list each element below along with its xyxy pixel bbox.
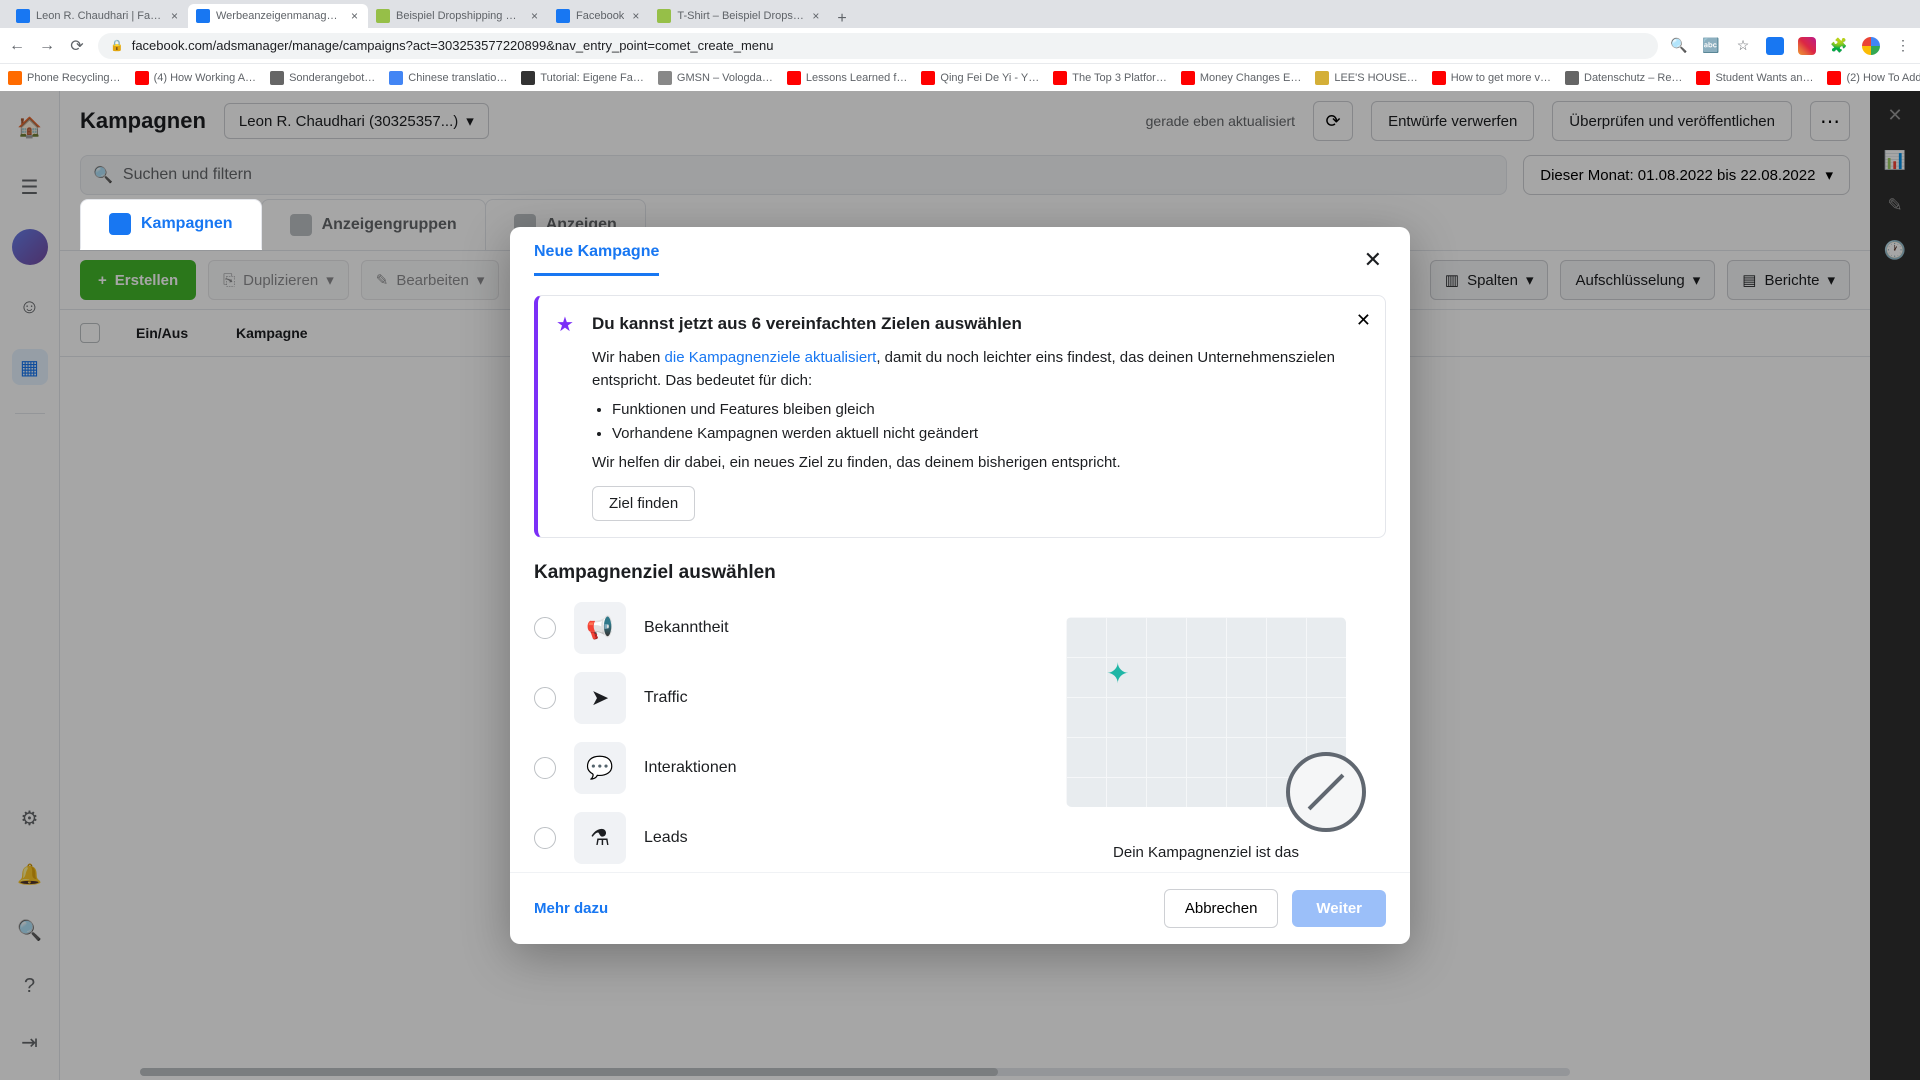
url-input[interactable]: 🔒 facebook.com/adsmanager/manage/campaign… (98, 33, 1658, 59)
close-notice-button[interactable]: ✕ (1356, 310, 1371, 331)
new-tab-button[interactable]: + (829, 10, 854, 28)
goal-description: Dein Kampagnenziel ist das (1113, 842, 1299, 863)
reload-icon[interactable]: ⟳ (68, 36, 86, 56)
section-title: Kampagnenziel auswählen (534, 562, 1386, 584)
objectives-update-link[interactable]: die Kampagnenziele aktualisiert (665, 349, 877, 366)
bookmark[interactable]: GMSN – Vologda… (658, 71, 773, 85)
cursor-icon: ➤ (574, 672, 626, 724)
info-notice: ✕ ★ Du kannst jetzt aus 6 vereinfachten … (534, 295, 1386, 538)
modal-overlay: Neue Kampagne ✕ ✕ ★ Du kannst jetzt aus … (0, 91, 1920, 1080)
back-icon[interactable]: ← (8, 37, 26, 55)
lock-icon: 🔒 (110, 39, 124, 52)
radio-input[interactable] (534, 757, 556, 779)
folder-icon (109, 213, 131, 235)
bookmark[interactable]: (2) How To Add A… (1827, 71, 1920, 85)
close-icon[interactable]: × (349, 9, 360, 23)
bookmark[interactable]: Lessons Learned f… (787, 71, 908, 85)
goal-leads[interactable]: ⚗ Leads (534, 812, 986, 864)
instagram-ext-icon[interactable] (1798, 37, 1816, 55)
forward-icon[interactable]: → (38, 37, 56, 55)
address-bar: ← → ⟳ 🔒 facebook.com/adsmanager/manage/ca… (0, 28, 1920, 63)
goal-illustration: ✦ Dein Kampagnenziel ist das (1026, 602, 1386, 864)
bookmark[interactable]: Money Changes E… (1181, 71, 1302, 85)
learn-more-link[interactable]: Mehr dazu (534, 900, 608, 917)
menu-icon[interactable]: ⋮ (1894, 37, 1912, 55)
facebook-ext-icon[interactable] (1766, 37, 1784, 55)
sparkle-icon: ✦ (1106, 657, 1129, 690)
close-icon[interactable]: × (810, 9, 821, 23)
notice-title: Du kannst jetzt aus 6 vereinfachten Ziel… (592, 314, 1022, 334)
star-icon[interactable]: ☆ (1734, 37, 1752, 55)
find-goal-button[interactable]: Ziel finden (592, 486, 695, 521)
radio-input[interactable] (534, 617, 556, 639)
bookmark[interactable]: How to get more v… (1432, 71, 1551, 85)
close-icon[interactable]: × (529, 9, 540, 23)
bookmark[interactable]: LEE'S HOUSE… (1315, 71, 1417, 85)
translate-icon[interactable]: 🔤 (1702, 37, 1720, 55)
cancel-button[interactable]: Abbrechen (1164, 889, 1279, 928)
bookmark[interactable]: Qing Fei De Yi - Y… (921, 71, 1039, 85)
modal-footer: Mehr dazu Abbrechen Weiter (510, 872, 1410, 944)
chat-icon: 💬 (574, 742, 626, 794)
bookmark[interactable]: (4) How Working A… (135, 71, 257, 85)
browser-chrome: Leon R. Chaudhari | Facebook× Werbeanzei… (0, 0, 1920, 63)
browser-tab-1[interactable]: Leon R. Chaudhari | Facebook× (8, 4, 188, 28)
next-button[interactable]: Weiter (1292, 890, 1386, 927)
tab-campaigns[interactable]: Kampagnen (80, 199, 262, 250)
browser-tab-2[interactable]: Werbeanzeigenmanager – Wer× (188, 4, 368, 28)
goal-traffic[interactable]: ➤ Traffic (534, 672, 986, 724)
compass-icon (1286, 752, 1366, 832)
bookmarks-bar: Phone Recycling… (4) How Working A… Sond… (0, 63, 1920, 91)
google-profile-icon[interactable] (1862, 37, 1880, 55)
star-icon: ★ (556, 312, 580, 336)
notice-body: Wir haben die Kampagnenziele aktualisier… (556, 346, 1367, 474)
new-campaign-modal: Neue Kampagne ✕ ✕ ★ Du kannst jetzt aus … (510, 227, 1410, 944)
goal-engagement[interactable]: 💬 Interaktionen (534, 742, 986, 794)
modal-tab-new-campaign[interactable]: Neue Kampagne (534, 243, 659, 276)
goal-awareness[interactable]: 📢 Bekanntheit (534, 602, 986, 654)
zoom-icon[interactable]: 🔍 (1670, 37, 1688, 55)
bookmark[interactable]: Phone Recycling… (8, 71, 121, 85)
megaphone-icon: 📢 (574, 602, 626, 654)
radio-input[interactable] (534, 827, 556, 849)
browser-tab-4[interactable]: Facebook× (548, 4, 649, 28)
bookmark[interactable]: Chinese translatio… (389, 71, 507, 85)
browser-tab-5[interactable]: T-Shirt – Beispiel Dropshippin× (649, 4, 829, 28)
bookmark[interactable]: Student Wants an… (1696, 71, 1813, 85)
bookmark[interactable]: Sonderangebot… (270, 71, 375, 85)
tab-strip: Leon R. Chaudhari | Facebook× Werbeanzei… (0, 0, 1920, 28)
extensions-icon[interactable]: 🧩 (1830, 37, 1848, 55)
bookmark[interactable]: Datenschutz – Re… (1565, 71, 1682, 85)
browser-tab-3[interactable]: Beispiel Dropshipping Store× (368, 4, 548, 28)
bookmark[interactable]: Tutorial: Eigene Fa… (521, 71, 644, 85)
close-icon[interactable]: × (169, 9, 180, 23)
goal-list: 📢 Bekanntheit ➤ Traffic 💬 Interaktionen (534, 602, 986, 864)
radio-input[interactable] (534, 687, 556, 709)
url-text: facebook.com/adsmanager/manage/campaigns… (132, 38, 774, 53)
close-icon[interactable]: × (630, 9, 641, 23)
bookmark[interactable]: The Top 3 Platfor… (1053, 71, 1167, 85)
close-modal-button[interactable]: ✕ (1360, 243, 1386, 277)
funnel-icon: ⚗ (574, 812, 626, 864)
